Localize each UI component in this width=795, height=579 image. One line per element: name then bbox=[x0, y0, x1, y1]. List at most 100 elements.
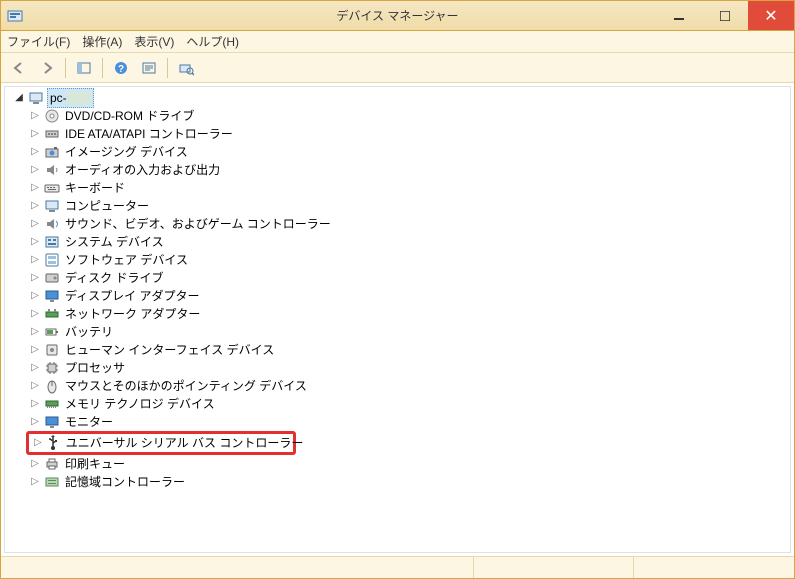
expand-arrow-icon[interactable]: ▷ bbox=[29, 143, 41, 161]
expand-arrow-icon[interactable]: ▷ bbox=[29, 377, 41, 395]
expand-arrow-icon[interactable]: ▷ bbox=[29, 413, 41, 431]
tree-item[interactable]: ▷ キーボード bbox=[29, 179, 790, 197]
app-icon bbox=[7, 8, 23, 24]
tree-item-label: DVD/CD-ROM ドライブ bbox=[63, 107, 196, 125]
toolbar: ? bbox=[1, 53, 794, 83]
scan-button[interactable] bbox=[174, 56, 198, 80]
expand-arrow-icon[interactable]: ▷ bbox=[29, 341, 41, 359]
minimize-button[interactable] bbox=[656, 1, 702, 30]
tree-item[interactable]: ▷ 印刷キュー bbox=[29, 455, 790, 473]
disc-icon bbox=[44, 108, 60, 124]
tree-item[interactable]: ▷ システム デバイス bbox=[29, 233, 790, 251]
network-icon bbox=[44, 306, 60, 322]
tree-item[interactable]: ▷ ヒューマン インターフェイス デバイス bbox=[29, 341, 790, 359]
expand-arrow-icon[interactable]: ▷ bbox=[29, 287, 41, 305]
menu-help[interactable]: ヘルプ(H) bbox=[186, 33, 239, 50]
expand-arrow-icon[interactable]: ▷ bbox=[29, 455, 41, 473]
tree-item[interactable]: ▷IDE ATA/ATAPI コントローラー bbox=[29, 125, 790, 143]
tree-item[interactable]: ▷ DVD/CD-ROM ドライブ bbox=[29, 107, 790, 125]
titlebar[interactable]: デバイス マネージャー ✕ bbox=[1, 1, 794, 31]
tree-content[interactable]: ◢ pc-xxxx ▷ DVD/CD-ROM ドライブ▷IDE ATA/ATAPI コ… bbox=[4, 86, 791, 553]
menu-view[interactable]: 表示(V) bbox=[134, 33, 174, 50]
tree-item[interactable]: ▷ サウンド、ビデオ、およびゲーム コントローラー bbox=[29, 215, 790, 233]
tree-item-label: メモリ テクノロジ デバイス bbox=[63, 395, 217, 413]
memory-icon bbox=[44, 396, 60, 412]
tree-item-label: サウンド、ビデオ、およびゲーム コントローラー bbox=[63, 215, 333, 233]
expand-arrow-icon[interactable]: ▷ bbox=[29, 179, 41, 197]
tree-item[interactable]: ▷イメージング デバイス bbox=[29, 143, 790, 161]
expand-arrow-icon[interactable]: ▷ bbox=[29, 197, 41, 215]
expand-arrow-icon[interactable]: ▷ bbox=[29, 395, 41, 413]
statusbar bbox=[1, 556, 794, 578]
tree-item-label: ソフトウェア デバイス bbox=[63, 251, 190, 269]
software-icon bbox=[44, 252, 60, 268]
audio-icon bbox=[44, 162, 60, 178]
tree-item[interactable]: ▷オーディオの入力および出力 bbox=[29, 161, 790, 179]
expand-arrow-icon[interactable]: ▷ bbox=[34, 434, 42, 452]
tree-item[interactable]: ▷ディスク ドライブ bbox=[29, 269, 790, 287]
cpu-icon bbox=[44, 360, 60, 376]
tree-item-label: ヒューマン インターフェイス デバイス bbox=[63, 341, 276, 359]
close-button[interactable]: ✕ bbox=[748, 1, 794, 30]
tree-root[interactable]: ◢ pc-xxxx bbox=[13, 89, 790, 107]
system-icon bbox=[44, 234, 60, 250]
expand-arrow-icon[interactable]: ▷ bbox=[29, 251, 41, 269]
ide-icon bbox=[44, 126, 60, 142]
tree-item[interactable]: ▷ 記憶域コントローラー bbox=[29, 473, 790, 491]
sound-icon bbox=[44, 216, 60, 232]
expand-arrow-icon[interactable]: ▷ bbox=[29, 125, 41, 143]
expand-arrow-icon[interactable]: ▷ bbox=[29, 323, 41, 341]
expand-arrow-icon[interactable]: ◢ bbox=[13, 89, 25, 107]
expand-arrow-icon[interactable]: ▷ bbox=[29, 473, 41, 491]
expand-arrow-icon[interactable]: ▷ bbox=[29, 215, 41, 233]
expand-arrow-icon[interactable]: ▷ bbox=[29, 359, 41, 377]
expand-arrow-icon[interactable]: ▷ bbox=[29, 269, 41, 287]
menu-action[interactable]: 操作(A) bbox=[82, 33, 122, 50]
toolbar-separator bbox=[167, 58, 168, 78]
tree-item-label: モニター bbox=[63, 413, 115, 431]
back-button[interactable] bbox=[7, 56, 31, 80]
root-label: pc-xxxx bbox=[47, 88, 94, 108]
svg-text:?: ? bbox=[118, 64, 124, 75]
help-button[interactable]: ? bbox=[109, 56, 133, 80]
tree-item[interactable]: ▷マウスとそのほかのポインティング デバイス bbox=[29, 377, 790, 395]
tree-item-label: 記憶域コントローラー bbox=[63, 473, 187, 491]
tree-item-label: ユニバーサル シリアル バス コントローラー bbox=[64, 434, 306, 452]
tree-item[interactable]: ▷ネットワーク アダプター bbox=[29, 305, 790, 323]
tree-item[interactable]: ▷ モニター bbox=[29, 413, 790, 431]
disk-icon bbox=[44, 270, 60, 286]
expand-arrow-icon[interactable]: ▷ bbox=[29, 305, 41, 323]
maximize-button[interactable] bbox=[702, 1, 748, 30]
properties-button[interactable] bbox=[137, 56, 161, 80]
expand-arrow-icon[interactable]: ▷ bbox=[29, 107, 41, 125]
tree-item[interactable]: ▷ディスプレイ アダプター bbox=[29, 287, 790, 305]
toolbar-separator bbox=[102, 58, 103, 78]
menu-file[interactable]: ファイル(F) bbox=[7, 33, 70, 50]
highlight-box: ▷ユニバーサル シリアル バス コントローラー bbox=[26, 431, 296, 455]
tree-item[interactable]: ▷ ソフトウェア デバイス bbox=[29, 251, 790, 269]
imaging-icon bbox=[44, 144, 60, 160]
window-controls: ✕ bbox=[656, 1, 794, 30]
tree-item-label: プロセッサ bbox=[63, 359, 127, 377]
show-hide-button[interactable] bbox=[72, 56, 96, 80]
status-cell bbox=[634, 557, 794, 578]
mouse-icon bbox=[44, 378, 60, 394]
status-cell bbox=[474, 557, 634, 578]
tree-item-label: 印刷キュー bbox=[63, 455, 127, 473]
tree-item-label: キーボード bbox=[63, 179, 127, 197]
battery-icon bbox=[44, 324, 60, 340]
expand-arrow-icon[interactable]: ▷ bbox=[29, 161, 41, 179]
forward-button[interactable] bbox=[35, 56, 59, 80]
tree-item[interactable]: ▷ バッテリ bbox=[29, 323, 790, 341]
monitor-icon bbox=[44, 414, 60, 430]
tree-item[interactable]: ▷ユニバーサル シリアル バス コントローラー bbox=[34, 434, 291, 452]
storage-icon bbox=[44, 474, 60, 490]
print-icon bbox=[44, 456, 60, 472]
expand-arrow-icon[interactable]: ▷ bbox=[29, 233, 41, 251]
tree-item[interactable]: ▷ メモリ テクノロジ デバイス bbox=[29, 395, 790, 413]
computer-icon bbox=[44, 198, 60, 214]
tree-item[interactable]: ▷コンピューター bbox=[29, 197, 790, 215]
tree-item[interactable]: ▷ プロセッサ bbox=[29, 359, 790, 377]
tree-item-label: バッテリ bbox=[63, 323, 115, 341]
tree-item-label: システム デバイス bbox=[63, 233, 166, 251]
